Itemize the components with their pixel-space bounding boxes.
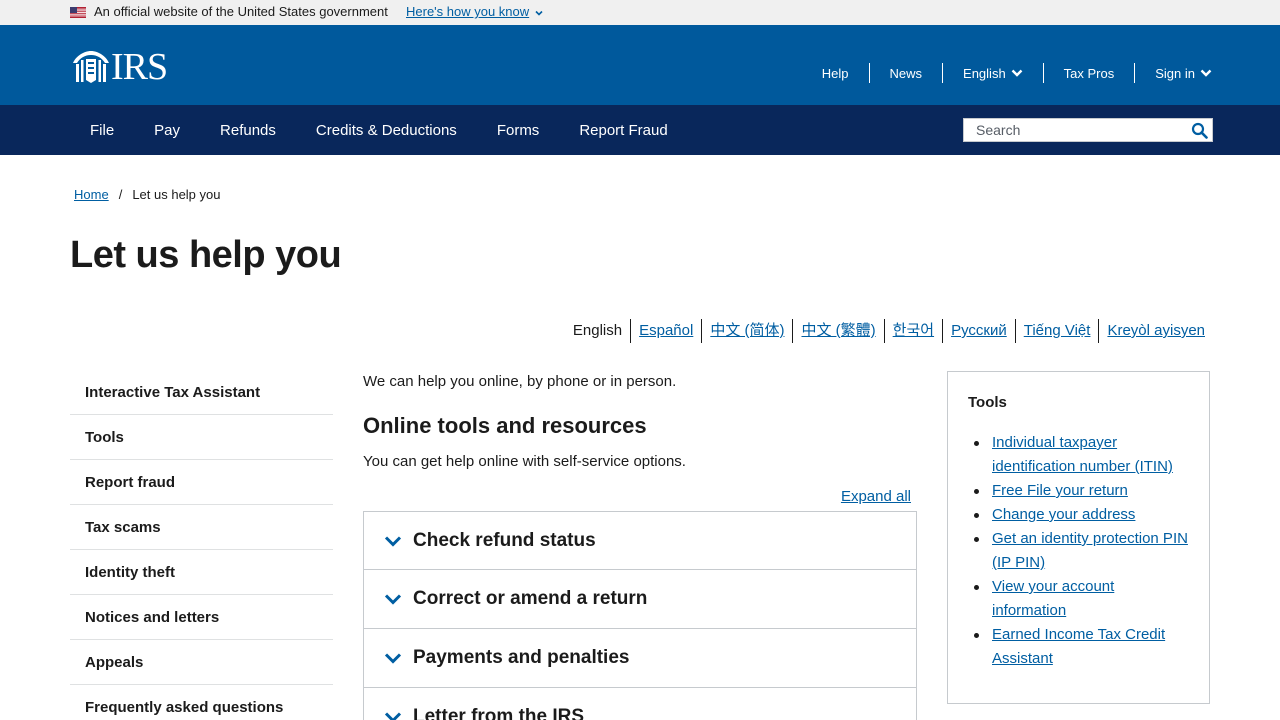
chevron-down-icon bbox=[1200, 69, 1212, 77]
tool-link-eitc-assistant[interactable]: Earned Income Tax Credit Assistant bbox=[992, 626, 1165, 667]
chevron-down-icon bbox=[384, 712, 402, 720]
sidebar-item-notices-letters[interactable]: Notices and letters bbox=[70, 595, 333, 640]
language-dropdown[interactable]: English bbox=[942, 63, 1043, 83]
tools-box: Tools Individual taxpayer identification… bbox=[947, 371, 1210, 704]
page-title: Let us help you bbox=[70, 234, 342, 276]
accordion-label: Payments and penalties bbox=[413, 647, 630, 668]
sidebar-item-identity-theft[interactable]: Identity theft bbox=[70, 550, 333, 595]
accordion: Check refund status Correct or amend a r… bbox=[363, 511, 917, 720]
site-header: IRS Help News English Tax Pros Sign in bbox=[0, 25, 1280, 105]
tools-title: Tools bbox=[968, 394, 1007, 411]
intro-text: We can help you online, by phone or in p… bbox=[363, 373, 677, 390]
sidebar-item-interactive-tax-assistant[interactable]: Interactive Tax Assistant bbox=[70, 370, 333, 415]
nav-item-report-fraud[interactable]: Report Fraud bbox=[559, 122, 687, 139]
list-item: Get an identity protection PIN (IP PIN) bbox=[968, 527, 1189, 575]
chevron-down-icon[interactable] bbox=[535, 9, 543, 17]
tool-link-free-file[interactable]: Free File your return bbox=[992, 482, 1128, 499]
irs-eagle-icon bbox=[73, 51, 109, 83]
tool-link-view-account[interactable]: View your account information bbox=[992, 578, 1114, 619]
chevron-down-icon bbox=[384, 535, 402, 547]
logo-text: IRS bbox=[111, 46, 168, 88]
us-flag-icon bbox=[70, 7, 86, 18]
chevron-down-icon bbox=[384, 653, 402, 664]
accordion-label: Correct or amend a return bbox=[413, 588, 648, 609]
nav-item-credits-deductions[interactable]: Credits & Deductions bbox=[296, 122, 477, 139]
lang-espanol-link[interactable]: Español bbox=[630, 319, 701, 343]
nav-item-file[interactable]: File bbox=[70, 122, 134, 139]
lang-chinese-simplified-link[interactable]: 中文 (简体) bbox=[701, 319, 792, 343]
lang-english: English bbox=[572, 322, 623, 339]
chevron-down-icon bbox=[384, 594, 402, 605]
main-nav-items: File Pay Refunds Credits & Deductions Fo… bbox=[70, 105, 688, 155]
lang-vietnamese-link[interactable]: Tiếng Việt bbox=[1014, 319, 1099, 343]
sign-in-label: Sign in bbox=[1155, 65, 1195, 81]
heres-how-you-know-link[interactable]: Here's how you know bbox=[406, 4, 529, 19]
list-item: Free File your return bbox=[968, 479, 1189, 503]
chevron-down-icon bbox=[1011, 69, 1023, 77]
section-text: You can get help online with self-servic… bbox=[363, 453, 686, 470]
sidebar-item-report-fraud[interactable]: Report fraud bbox=[70, 460, 333, 505]
sidebar-item-tools[interactable]: Tools bbox=[70, 415, 333, 460]
gov-banner-text: An official website of the United States… bbox=[94, 4, 388, 19]
breadcrumb-current: Let us help you bbox=[132, 187, 221, 202]
nav-item-refunds[interactable]: Refunds bbox=[200, 122, 296, 139]
section-heading: Online tools and resources bbox=[363, 413, 647, 438]
help-label: Help bbox=[821, 65, 849, 81]
search-icon[interactable] bbox=[1191, 122, 1208, 139]
accordion-item-correct-amend-return[interactable]: Correct or amend a return bbox=[363, 570, 917, 629]
accordion-item-letter-from-irs[interactable]: Letter from the IRS bbox=[363, 688, 917, 720]
irs-logo[interactable]: IRS bbox=[72, 46, 168, 88]
news-link[interactable]: News bbox=[868, 63, 943, 83]
gov-banner: An official website of the United States… bbox=[0, 0, 1280, 25]
main-nav: File Pay Refunds Credits & Deductions Fo… bbox=[0, 105, 1280, 155]
lang-russian-link[interactable]: Русский bbox=[942, 319, 1015, 343]
accordion-item-check-refund-status[interactable]: Check refund status bbox=[363, 511, 917, 570]
sign-in-dropdown[interactable]: Sign in bbox=[1134, 63, 1212, 83]
list-item: Change your address bbox=[968, 503, 1189, 527]
sidebar-item-faq[interactable]: Frequently asked questions bbox=[70, 685, 333, 720]
language-selector: English Español 中文 (简体) 中文 (繁體) 한국어 Русс… bbox=[565, 319, 1205, 343]
news-label: News bbox=[889, 65, 923, 81]
sidebar-item-appeals[interactable]: Appeals bbox=[70, 640, 333, 685]
utility-nav: Help News English Tax Pros Sign in bbox=[802, 63, 1212, 83]
lang-chinese-traditional-link[interactable]: 中文 (繁體) bbox=[792, 319, 883, 343]
expand-all-link[interactable]: Expand all bbox=[841, 488, 911, 505]
lang-haitian-creole-link[interactable]: Kreyòl ayisyen bbox=[1098, 319, 1205, 343]
breadcrumb-home-link[interactable]: Home bbox=[74, 187, 109, 202]
nav-item-forms[interactable]: Forms bbox=[477, 122, 560, 139]
tax-pros-link[interactable]: Tax Pros bbox=[1042, 63, 1135, 83]
search-box bbox=[963, 118, 1213, 142]
tax-pros-label: Tax Pros bbox=[1063, 65, 1115, 81]
accordion-label: Check refund status bbox=[413, 529, 596, 551]
sidebar-nav: Interactive Tax Assistant Tools Report f… bbox=[70, 370, 333, 720]
tools-list: Individual taxpayer identification numbe… bbox=[968, 431, 1189, 671]
nav-item-pay[interactable]: Pay bbox=[134, 122, 200, 139]
breadcrumb: Home / Let us help you bbox=[74, 187, 221, 202]
breadcrumb-separator: / bbox=[118, 187, 123, 202]
list-item: View your account information bbox=[968, 575, 1189, 623]
list-item: Individual taxpayer identification numbe… bbox=[968, 431, 1189, 479]
lang-korean-link[interactable]: 한국어 bbox=[883, 319, 942, 343]
accordion-item-payments-penalties[interactable]: Payments and penalties bbox=[363, 629, 917, 688]
language-label: English bbox=[963, 65, 1006, 81]
list-item: Earned Income Tax Credit Assistant bbox=[968, 623, 1189, 671]
sidebar-item-tax-scams[interactable]: Tax scams bbox=[70, 505, 333, 550]
accordion-label: Letter from the IRS bbox=[413, 706, 585, 720]
search-input[interactable] bbox=[964, 119, 1184, 141]
help-link[interactable]: Help bbox=[802, 63, 869, 83]
tool-link-itin[interactable]: Individual taxpayer identification numbe… bbox=[992, 434, 1173, 475]
tool-link-ip-pin[interactable]: Get an identity protection PIN (IP PIN) bbox=[992, 530, 1188, 571]
tool-link-change-address[interactable]: Change your address bbox=[992, 506, 1135, 523]
